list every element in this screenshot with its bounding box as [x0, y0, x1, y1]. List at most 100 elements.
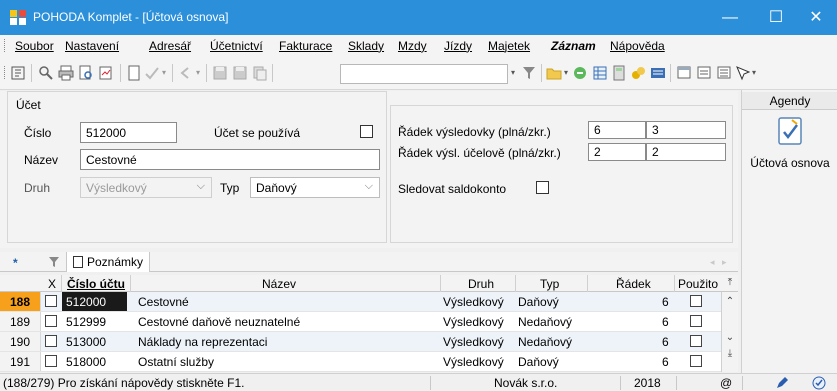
- chart-of-accounts-icon[interactable]: [774, 115, 806, 147]
- pouziva-checkbox[interactable]: [360, 125, 373, 138]
- radek-vysl-full-field[interactable]: 6: [588, 121, 646, 139]
- cislo-field[interactable]: 512000: [80, 122, 177, 143]
- dropdown-arrow-icon[interactable]: ▾: [511, 68, 515, 77]
- save-icon[interactable]: [212, 65, 228, 81]
- maximize-button[interactable]: ☐: [753, 0, 799, 35]
- row-checkbox[interactable]: [45, 335, 57, 347]
- row-checkbox[interactable]: [45, 355, 57, 367]
- scroll-bottom-icon[interactable]: ⤓: [724, 348, 736, 359]
- cell-nazev[interactable]: Ostatní služby: [138, 355, 214, 369]
- minimize-button[interactable]: —: [707, 0, 753, 35]
- table-row[interactable]: 190 513000 Náklady na reprezentaci Výsle…: [0, 332, 738, 352]
- dropdown-arrow-icon[interactable]: ▾: [564, 68, 568, 77]
- check-icon[interactable]: [144, 65, 160, 81]
- cell-druh[interactable]: Výsledkový: [443, 295, 504, 309]
- edit-icon[interactable]: [775, 376, 789, 390]
- cell-typ[interactable]: Nedaňový: [518, 335, 572, 349]
- cell-nazev[interactable]: Cestovné: [138, 295, 189, 309]
- radek-vysl-short-field[interactable]: 3: [646, 121, 726, 139]
- window-icon[interactable]: [676, 65, 692, 81]
- cell-radek[interactable]: 6: [662, 335, 669, 349]
- row-number[interactable]: 189: [0, 312, 41, 331]
- row-checkbox[interactable]: [45, 295, 57, 307]
- save-all-icon[interactable]: [232, 65, 248, 81]
- new-record-icon[interactable]: [126, 65, 142, 81]
- ok-icon[interactable]: [812, 376, 826, 390]
- menu-mzdy[interactable]: Mzdy: [398, 39, 427, 53]
- cell-pouzito-checkbox[interactable]: [690, 295, 702, 307]
- back-arrow-icon[interactable]: [178, 65, 194, 81]
- radek-ucel-short-field[interactable]: 2: [646, 143, 726, 161]
- copy-icon[interactable]: [252, 65, 268, 81]
- cell-pouzito-checkbox[interactable]: [690, 315, 702, 327]
- row-number[interactable]: 188: [0, 292, 41, 311]
- col-cislo-header[interactable]: Číslo účtu: [67, 277, 125, 291]
- filter-icon[interactable]: [48, 256, 60, 268]
- agendy-item-ucetni-osnova[interactable]: Účtová osnova: [742, 156, 837, 170]
- scroll-top-icon[interactable]: ⤒: [724, 277, 736, 288]
- row-number[interactable]: 190: [0, 332, 41, 351]
- tab-poznamky[interactable]: Poznámky: [66, 252, 151, 272]
- menu-zaznam[interactable]: Záznam: [551, 39, 596, 53]
- cell-radek[interactable]: 6: [662, 315, 669, 329]
- calculator-icon[interactable]: [611, 65, 627, 81]
- cell-cislo[interactable]: 512999: [66, 315, 106, 329]
- row-checkbox[interactable]: [45, 315, 57, 327]
- cell-pouzito-checkbox[interactable]: [690, 355, 702, 367]
- druh-select[interactable]: Výsledkový ⌵: [80, 177, 212, 198]
- cell-typ[interactable]: Daňový: [518, 295, 559, 309]
- table-row[interactable]: 189 512999 Cestovné daňově neuznatelné V…: [0, 312, 738, 332]
- row-number[interactable]: 191: [0, 352, 41, 371]
- menu-adresar[interactable]: Adresář: [149, 39, 191, 53]
- link-icon[interactable]: [572, 65, 588, 81]
- menu-majetek[interactable]: Majetek: [488, 39, 530, 53]
- scroll-up-icon[interactable]: ⌃: [724, 296, 736, 307]
- cell-radek[interactable]: 6: [662, 295, 669, 309]
- cell-pouzito-checkbox[interactable]: [690, 335, 702, 347]
- dropdown-arrow-icon[interactable]: ▾: [162, 68, 166, 77]
- close-button[interactable]: ✕: [795, 0, 837, 35]
- form-icon[interactable]: [696, 65, 712, 81]
- menu-nastaveni[interactable]: Nastavení: [65, 39, 119, 53]
- print-preview-icon[interactable]: [78, 65, 94, 81]
- filter-icon[interactable]: [521, 65, 537, 81]
- col-pouzito-header[interactable]: Použito: [678, 277, 718, 291]
- nazev-field[interactable]: Cestovné: [80, 149, 380, 170]
- quick-search-input[interactable]: [340, 64, 508, 84]
- cell-druh[interactable]: Výsledkový: [443, 315, 504, 329]
- cell-nazev[interactable]: Cestovné daňově neuznatelné: [138, 315, 300, 329]
- menu-fakturace[interactable]: Fakturace: [279, 39, 332, 53]
- col-nazev-header[interactable]: Název: [262, 277, 296, 291]
- search-icon[interactable]: [38, 65, 54, 81]
- agenda-icon[interactable]: [10, 65, 26, 81]
- report-icon[interactable]: [98, 65, 114, 81]
- menu-ucetnictvi[interactable]: Účetnictví: [210, 39, 263, 53]
- radek-ucel-full-field[interactable]: 2: [588, 143, 646, 161]
- saldokonto-checkbox[interactable]: [536, 181, 549, 194]
- folder-icon[interactable]: [546, 65, 562, 81]
- menu-napoveda[interactable]: Nápověda: [610, 39, 665, 53]
- cell-druh[interactable]: Výsledkový: [443, 355, 504, 369]
- col-x-header[interactable]: X: [48, 277, 56, 291]
- cell-typ[interactable]: Nedaňový: [518, 315, 572, 329]
- menu-sklady[interactable]: Sklady: [348, 39, 384, 53]
- help-icon[interactable]: [734, 65, 750, 81]
- tab-scroll-left-icon[interactable]: ◂: [710, 257, 715, 268]
- cell-typ[interactable]: Daňový: [518, 355, 559, 369]
- menu-soubor[interactable]: Soubor: [15, 39, 54, 53]
- col-typ-header[interactable]: Typ: [540, 277, 559, 291]
- table-icon[interactable]: [592, 65, 608, 81]
- ban-icon[interactable]: [650, 65, 666, 81]
- dropdown-arrow-icon[interactable]: ▾: [752, 68, 756, 77]
- table-row[interactable]: 188 512000 Cestovné Výsledkový Daňový 6: [0, 292, 738, 312]
- menu-jizdy[interactable]: Jízdy: [444, 39, 472, 53]
- list-icon[interactable]: [716, 65, 732, 81]
- money-icon[interactable]: [630, 65, 646, 81]
- dropdown-arrow-icon[interactable]: ▾: [196, 68, 200, 77]
- cell-cislo[interactable]: 513000: [66, 335, 106, 349]
- col-druh-header[interactable]: Druh: [468, 277, 494, 291]
- tab-scroll-right-icon[interactable]: ▸: [722, 257, 727, 268]
- print-icon[interactable]: [58, 65, 74, 81]
- tab-new-record[interactable]: *: [13, 256, 18, 270]
- typ-select[interactable]: Daňový ⌵: [250, 177, 380, 198]
